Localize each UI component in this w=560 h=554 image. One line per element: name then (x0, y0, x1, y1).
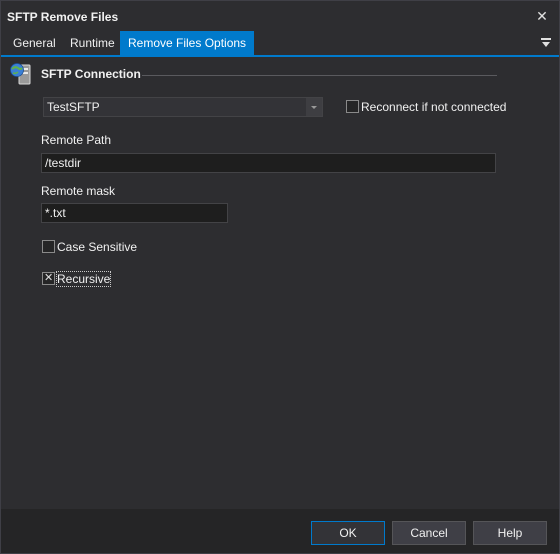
connection-select-value: TestSFTP (47, 100, 100, 114)
connection-select[interactable]: TestSFTP (43, 97, 323, 117)
tab-content: SFTP Connection TestSFTP Reconnect if no… (1, 57, 559, 509)
case-sensitive-label[interactable]: Case Sensitive (57, 240, 137, 254)
close-icon: ✕ (536, 8, 548, 24)
chevron-down-icon[interactable] (306, 98, 322, 116)
section-divider (142, 75, 497, 76)
tab-strip: General Runtime Remove Files Options (1, 31, 559, 57)
help-button[interactable]: Help (473, 521, 547, 545)
tab-remove-files-options[interactable]: Remove Files Options (120, 31, 255, 55)
dialog-window: SFTP Remove Files ✕ General Runtime Remo… (0, 0, 560, 554)
reconnect-checkbox[interactable] (346, 100, 359, 113)
section-title: SFTP Connection (41, 67, 141, 81)
remote-mask-input[interactable] (41, 203, 228, 223)
remote-mask-label: Remote mask (41, 184, 116, 198)
recursive-label[interactable]: Recursive (55, 271, 112, 287)
ok-button[interactable]: OK (311, 521, 385, 545)
reconnect-label[interactable]: Reconnect if not connected (361, 100, 506, 114)
tab-general[interactable]: General (5, 31, 64, 55)
tab-runtime[interactable]: Runtime (62, 31, 123, 55)
window-title: SFTP Remove Files (7, 10, 119, 24)
close-button[interactable]: ✕ (531, 5, 553, 27)
case-sensitive-checkbox[interactable] (42, 240, 55, 253)
tab-overflow-menu-icon[interactable] (541, 37, 551, 49)
cancel-button[interactable]: Cancel (392, 521, 466, 545)
recursive-checkbox[interactable] (42, 271, 55, 285)
remote-path-label: Remote Path (41, 133, 112, 147)
dialog-footer: OK Cancel Help (1, 509, 559, 553)
server-globe-icon (10, 63, 31, 85)
title-bar: SFTP Remove Files ✕ (1, 1, 559, 31)
remote-path-input[interactable] (41, 153, 496, 173)
